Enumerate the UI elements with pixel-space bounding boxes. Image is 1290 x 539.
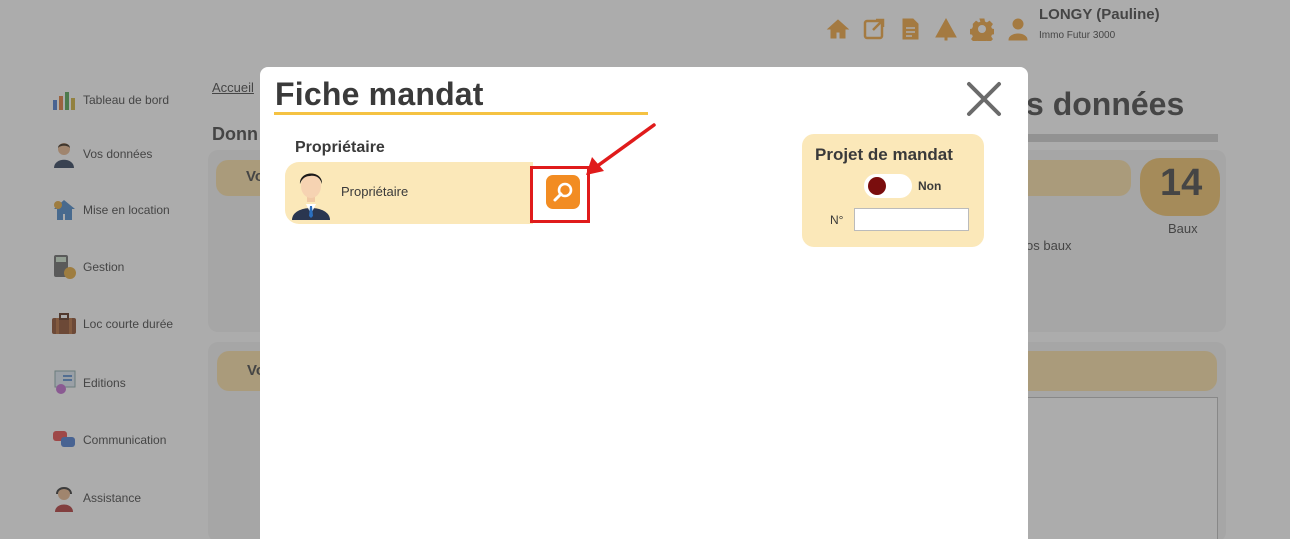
annotation-arrow-icon	[586, 123, 656, 175]
close-button[interactable]	[964, 79, 1004, 119]
owner-card: Propriétaire	[285, 162, 533, 224]
title-underline	[274, 112, 648, 115]
search-owner-button[interactable]	[546, 175, 580, 209]
number-label: N°	[830, 213, 844, 227]
projet-toggle[interactable]	[864, 174, 912, 198]
toggle-knob	[868, 177, 886, 195]
fiche-mandat-modal: Fiche mandat Propriétaire Propriétaire P…	[260, 67, 1028, 539]
toggle-label: Non	[918, 179, 942, 193]
owner-name: Propriétaire	[341, 184, 409, 199]
search-icon	[553, 182, 573, 202]
projet-title: Projet de mandat	[815, 145, 953, 164]
close-icon	[967, 82, 1001, 116]
projet-de-mandat-card: Projet de mandat Non N°	[802, 134, 984, 247]
number-input[interactable]	[854, 208, 969, 231]
owner-section-label: Propriétaire	[295, 139, 385, 156]
modal-title: Fiche mandat	[275, 76, 484, 112]
owner-avatar-icon	[292, 173, 330, 220]
